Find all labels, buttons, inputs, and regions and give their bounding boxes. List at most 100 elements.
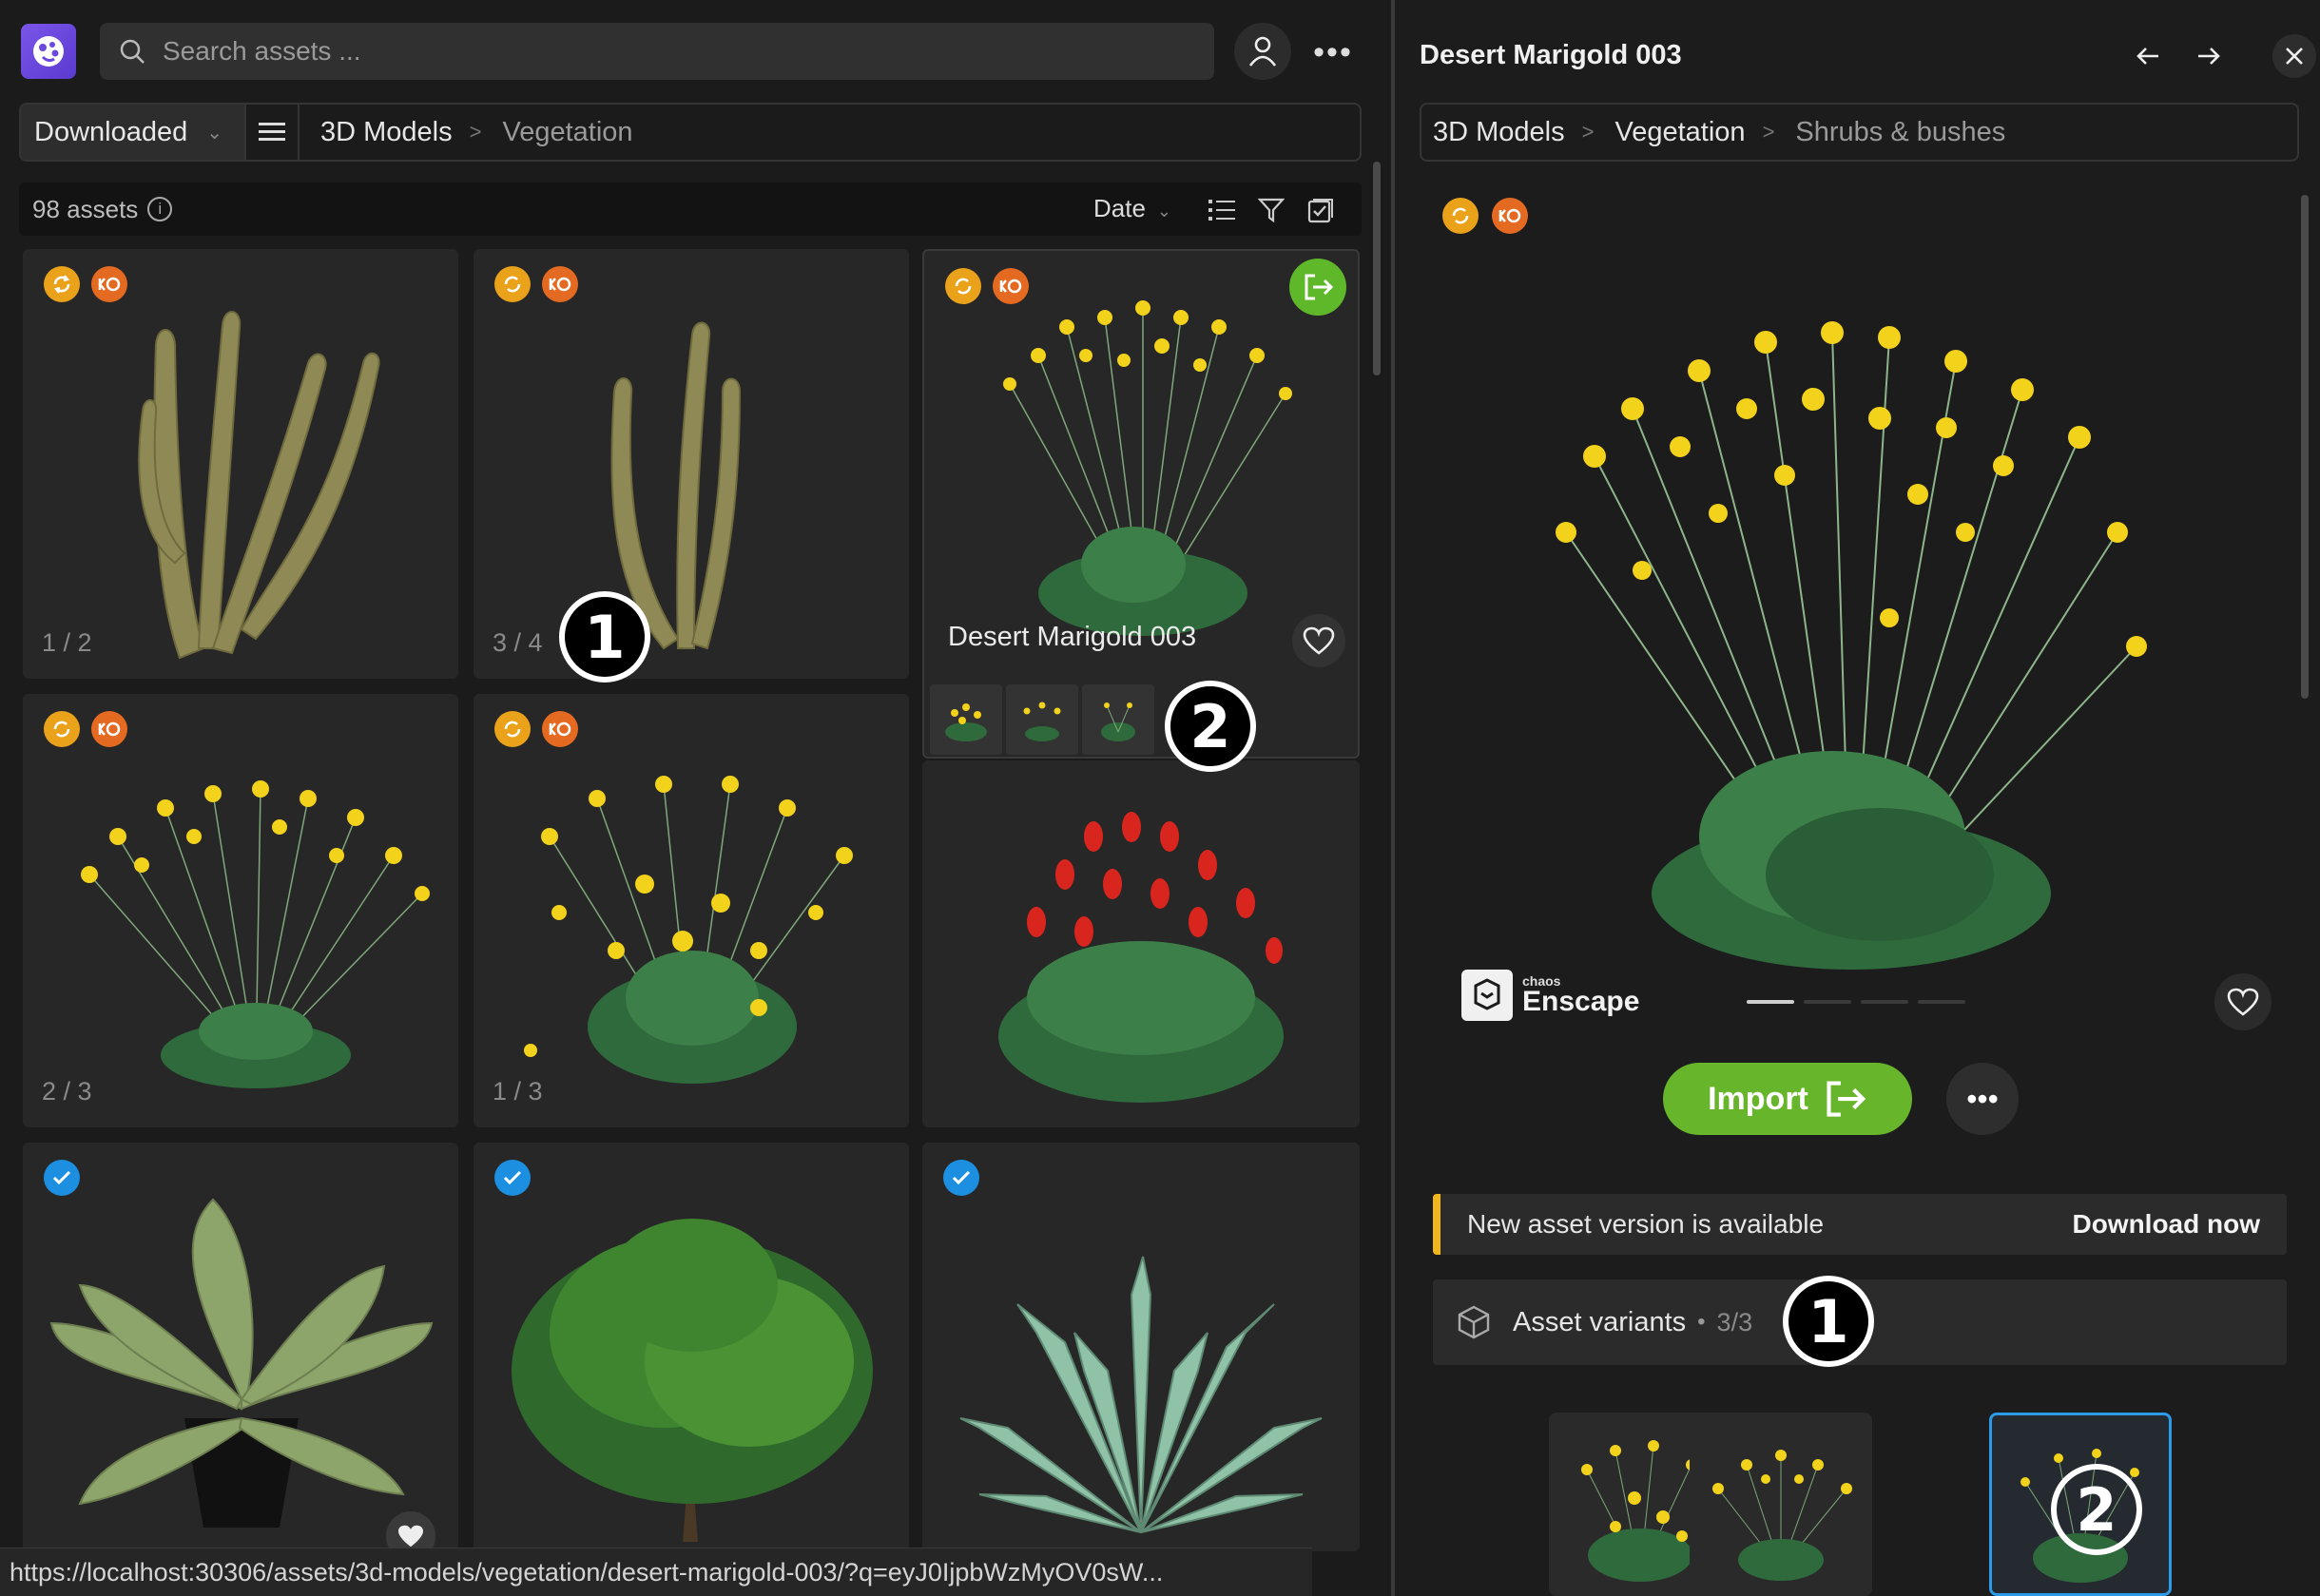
user-icon[interactable] (1234, 23, 1291, 80)
import-icon[interactable] (1289, 259, 1346, 316)
asset-card[interactable] (474, 1143, 909, 1551)
ko-icon (542, 266, 578, 302)
asset-browser-panel: ••• Downloaded ⌄ 3D Models > Vegetation … (0, 0, 1391, 1596)
breadcrumb-3d-models[interactable]: 3D Models (320, 117, 453, 148)
asset-title: Desert Marigold 003 (948, 622, 1197, 652)
select-icon[interactable] (1306, 196, 1335, 224)
sync-icon (44, 266, 80, 302)
carousel-dot[interactable] (1918, 1000, 1965, 1004)
top-bar: ••• (0, 0, 1391, 101)
chevron-down-icon: ⌄ (206, 122, 222, 144)
annotation-marker-2: 2 (1165, 681, 1256, 772)
more-options-button[interactable]: ••• (1946, 1063, 2019, 1135)
cube-icon (1458, 1305, 1490, 1339)
asset-badges (945, 268, 1029, 304)
variant-pager: 1 / 3 (493, 1077, 543, 1106)
ko-icon (542, 711, 578, 747)
arrow-right-icon[interactable] (2187, 34, 2231, 78)
asset-badges (943, 1160, 979, 1196)
info-icon[interactable]: i (147, 197, 173, 221)
asset-card[interactable]: 1 / 3 (474, 694, 909, 1127)
check-icon (943, 1160, 979, 1196)
heart-icon[interactable] (2214, 973, 2272, 1030)
search-input[interactable] (163, 36, 1018, 67)
variants-count: 3/3 (1716, 1307, 1753, 1336)
ko-icon (91, 711, 127, 747)
sync-icon (494, 266, 531, 302)
scrollbar[interactable] (1373, 162, 1381, 375)
variant-thumbnail[interactable] (1690, 1413, 1872, 1596)
asset-card[interactable]: 3 / 4 (474, 249, 909, 679)
asset-badges (44, 266, 127, 302)
arrow-left-icon[interactable] (2126, 34, 2170, 78)
detail-title: Desert Marigold 003 (1420, 40, 1682, 70)
asset-badges (44, 1160, 80, 1196)
variant-thumbnail[interactable] (930, 684, 1002, 755)
filter-bar: Downloaded ⌄ 3D Models > Vegetation (19, 103, 1362, 162)
detail-badges (1442, 198, 1528, 234)
check-icon (494, 1160, 531, 1196)
asset-detail-panel: Desert Marigold 003 3D Models > Vegetati… (1395, 0, 2320, 1596)
asset-thumbnail (524, 776, 853, 1084)
sort-dropdown[interactable]: Date ⌄ (1093, 194, 1171, 223)
import-button[interactable]: Import (1663, 1063, 1912, 1135)
carousel-dot[interactable] (1747, 1000, 1794, 1004)
asset-badges (494, 711, 578, 747)
variant-pager: 2 / 3 (42, 1077, 92, 1106)
notice-message: New asset version is available (1467, 1209, 1825, 1239)
asset-card[interactable]: 2 / 3 (23, 694, 458, 1127)
asset-card[interactable] (922, 1143, 1360, 1551)
more-icon[interactable]: ••• (1307, 27, 1359, 78)
list-view-icon[interactable] (1208, 196, 1236, 224)
status-url: https://localhost:30306/assets/3d-models… (0, 1548, 1312, 1596)
close-icon[interactable] (2272, 34, 2316, 78)
breadcrumb-shrubs-bushes[interactable]: Shrubs & bushes (1795, 117, 2005, 148)
asset-card[interactable]: 1 / 2 (23, 249, 458, 679)
asset-card[interactable] (922, 760, 1360, 1127)
enscape-logo-icon (1461, 970, 1513, 1021)
ko-icon (91, 266, 127, 302)
app-logo-icon[interactable] (21, 24, 76, 79)
import-label: Import (1708, 1080, 1808, 1117)
sync-icon (945, 268, 981, 304)
heart-icon[interactable] (1292, 614, 1345, 667)
download-filter-dropdown[interactable]: Downloaded ⌄ (21, 105, 244, 160)
carousel-dots (1747, 1000, 1965, 1004)
list-menu-icon[interactable] (244, 105, 300, 160)
sync-icon (1442, 198, 1479, 234)
dropdown-value: Downloaded (34, 116, 188, 147)
download-now-link[interactable]: Download now (2072, 1209, 2260, 1240)
asset-card-desert-marigold[interactable]: Desert Marigold 003 (922, 249, 1360, 759)
breadcrumb-separator: > (1581, 120, 1595, 144)
variant-thumbnail[interactable] (1006, 684, 1078, 755)
filter-icon[interactable] (1257, 196, 1286, 224)
asset-thumbnail (81, 780, 430, 1088)
asset-thumbnail (959, 1256, 1323, 1533)
asset-thumbnail (138, 311, 380, 660)
update-notice: New asset version is available Download … (1433, 1194, 2287, 1255)
asset-thumbnail (610, 321, 742, 650)
search-bar[interactable] (100, 23, 1214, 80)
breadcrumb-separator: > (1762, 120, 1775, 144)
breadcrumb-vegetation[interactable]: Vegetation (1614, 117, 1745, 148)
chevron-down-icon: ⌄ (1156, 202, 1172, 221)
annotation-marker-1: 1 (559, 591, 650, 683)
asset-badges (494, 1160, 531, 1196)
breadcrumb-3d-models[interactable]: 3D Models (1433, 117, 1565, 148)
annotation-marker-2: 2 (2051, 1464, 2142, 1555)
asset-preview-image (1556, 321, 2147, 970)
import-icon (1827, 1081, 1866, 1117)
asset-thumbnail (998, 812, 1284, 1103)
carousel-dot[interactable] (1861, 1000, 1908, 1004)
brand-name: Enscape (1522, 986, 1640, 1017)
variant-thumbnails (930, 684, 1154, 755)
scrollbar[interactable] (2301, 195, 2309, 699)
variant-thumbnail[interactable] (1082, 684, 1154, 755)
variant-pager: 3 / 4 (493, 628, 543, 657)
ko-icon (993, 268, 1029, 304)
asset-card[interactable] (23, 1143, 458, 1551)
carousel-dot[interactable] (1804, 1000, 1851, 1004)
asset-badges (494, 266, 578, 302)
breadcrumb-vegetation[interactable]: Vegetation (502, 117, 632, 148)
enscape-brand: chaos Enscape (1461, 970, 1639, 1021)
